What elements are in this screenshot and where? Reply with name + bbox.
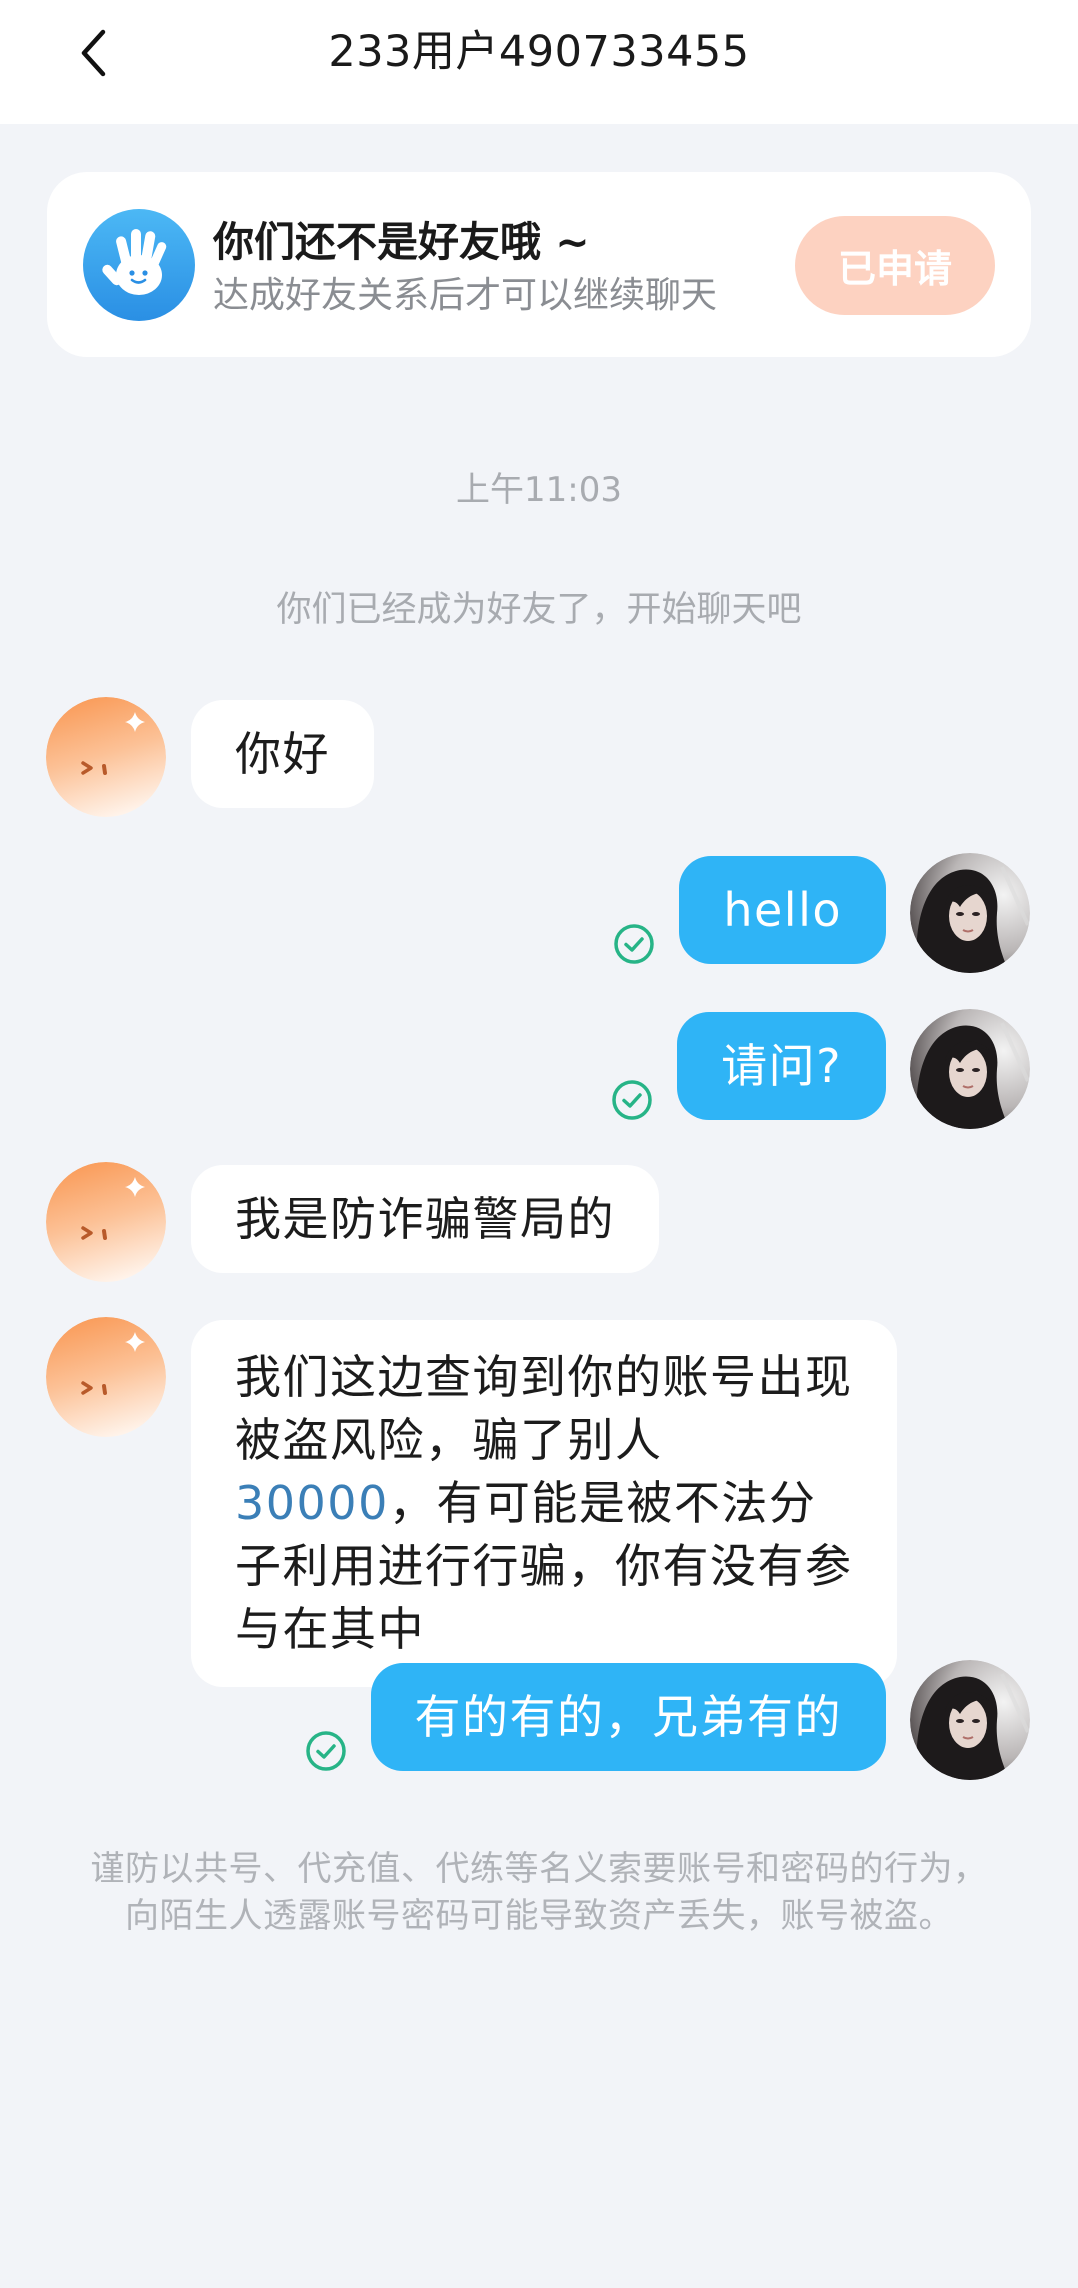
message-group: hello bbox=[613, 856, 886, 964]
message-text: 我们这边查询到你的账号出现被盗风险，骗了别人 bbox=[235, 1350, 853, 1467]
friend-notice-card: 你们还不是好友哦 ~ 达成好友关系后才可以继续聊天 已申请 bbox=[47, 172, 1031, 357]
message-bubble[interactable]: 有的有的，兄弟有的 bbox=[370, 1663, 886, 1771]
mascot-avatar-icon bbox=[46, 1317, 166, 1437]
security-warning-line: 向陌生人透露账号密码可能导致资产丢失，账号被盗。 bbox=[125, 1896, 953, 1936]
message-bubble[interactable]: 我是防诈骗警局的 bbox=[191, 1165, 659, 1273]
message-bubble[interactable]: 你好 bbox=[191, 700, 374, 808]
message-row-received: 我们这边查询到你的账号出现被盗风险，骗了别人30000，有可能是被不法分子利用进… bbox=[46, 1317, 897, 1687]
user-photo-icon bbox=[910, 853, 1030, 973]
hand-wave-icon bbox=[83, 209, 195, 321]
message-row-sent: 有的有的，兄弟有的 bbox=[305, 1660, 1030, 1780]
contact-avatar[interactable] bbox=[46, 1162, 166, 1282]
system-message: 你们已经成为好友了，开始聊天吧 bbox=[276, 590, 802, 630]
top-bar: 233用户490733455 bbox=[0, 0, 1078, 124]
notice-title: 你们还不是好友哦 ~ bbox=[213, 218, 590, 266]
applied-button[interactable]: 已申请 bbox=[795, 216, 995, 315]
user-avatar[interactable] bbox=[910, 1660, 1030, 1780]
user-avatar[interactable] bbox=[910, 1009, 1030, 1129]
security-warning-line: 谨防以共号、代充值、代练等名义索要账号和密码的行为， bbox=[90, 1849, 988, 1889]
message-group: 请问? bbox=[611, 1012, 886, 1120]
message-timestamp: 上午11:03 bbox=[456, 470, 622, 510]
mascot-avatar-icon bbox=[46, 1162, 166, 1282]
message-bubble[interactable]: 我们这边查询到你的账号出现被盗风险，骗了别人30000，有可能是被不法分子利用进… bbox=[191, 1320, 897, 1687]
check-circle-icon bbox=[611, 1079, 653, 1121]
user-avatar[interactable] bbox=[910, 853, 1030, 973]
message-group: 有的有的，兄弟有的 bbox=[305, 1663, 886, 1772]
message-bubble[interactable]: 请问? bbox=[677, 1012, 886, 1120]
highlighted-number-link[interactable]: 30000 bbox=[235, 1476, 389, 1530]
contact-avatar[interactable] bbox=[46, 1317, 166, 1437]
user-photo-icon bbox=[910, 1009, 1030, 1129]
notice-subtitle: 达成好友关系后才可以继续聊天 bbox=[213, 275, 718, 316]
message-row-sent: 请问? bbox=[611, 1009, 1030, 1129]
check-circle-icon bbox=[613, 923, 655, 965]
mascot-avatar-icon bbox=[46, 697, 166, 817]
check-circle-icon bbox=[305, 1730, 347, 1772]
message-row-sent: hello bbox=[613, 853, 1030, 973]
message-row-received: 我是防诈骗警局的 bbox=[46, 1162, 659, 1282]
message-row-received: 你好 bbox=[46, 697, 374, 817]
contact-avatar[interactable] bbox=[46, 697, 166, 817]
security-warning: 谨防以共号、代充值、代练等名义索要账号和密码的行为， 向陌生人透露账号密码可能导… bbox=[0, 1846, 1078, 1940]
user-photo-icon bbox=[910, 1660, 1030, 1780]
message-bubble[interactable]: hello bbox=[679, 856, 886, 964]
chat-title: 233用户490733455 bbox=[328, 27, 750, 77]
